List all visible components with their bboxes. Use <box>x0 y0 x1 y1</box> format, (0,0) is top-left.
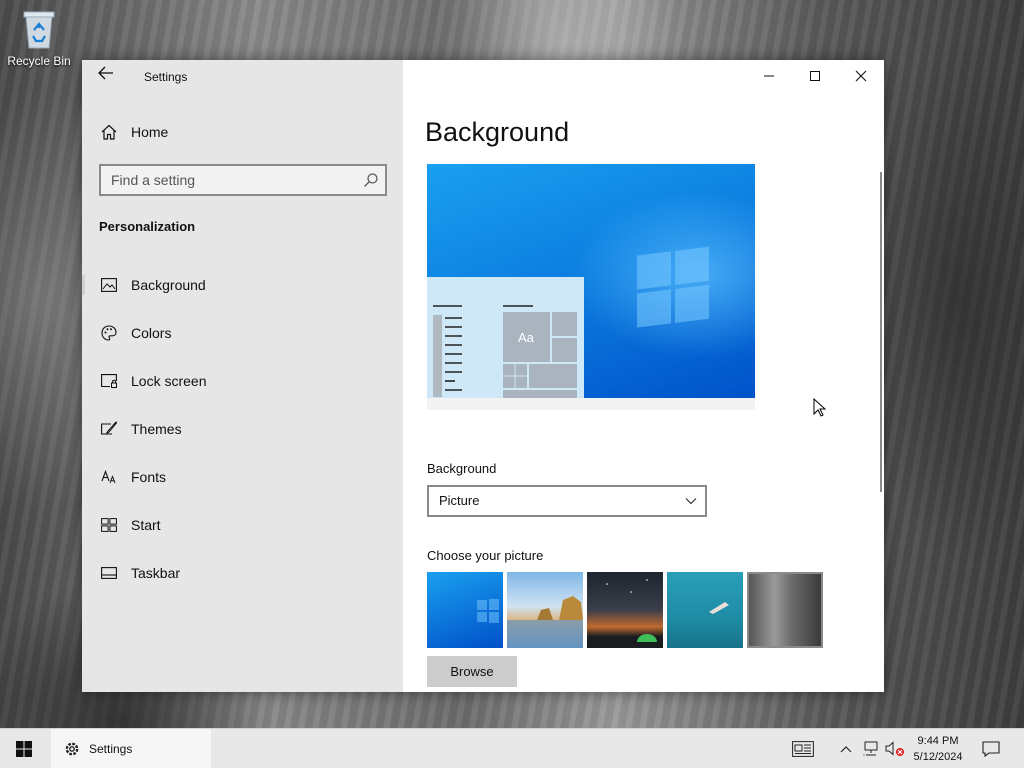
sidebar-item-taskbar[interactable]: Taskbar <box>82 553 403 593</box>
thumbnail-beach-rocks[interactable] <box>507 572 583 648</box>
recycle-bin-shortcut[interactable]: Recycle Bin <box>6 6 72 68</box>
sidebar-item-lock-screen[interactable]: Lock screen <box>82 361 403 401</box>
chevron-up-icon[interactable] <box>838 739 854 759</box>
minimize-button[interactable] <box>746 60 792 92</box>
start-button[interactable] <box>0 729 48 768</box>
search-box[interactable] <box>99 164 387 196</box>
thumbnail-night-sky[interactable] <box>587 572 663 648</box>
start-icon <box>99 515 119 535</box>
themes-icon <box>99 419 119 439</box>
thumbnail-rock-cliff-selected[interactable] <box>747 572 823 648</box>
taskbar-icon <box>99 563 119 583</box>
palette-icon <box>99 323 119 343</box>
thumbnail-windows-blue[interactable] <box>427 572 503 648</box>
settings-content: Background Aa Background Picture Choose … <box>403 60 884 692</box>
close-icon <box>855 70 867 82</box>
chevron-down-icon <box>685 498 697 505</box>
nav-home[interactable]: Home <box>82 112 403 152</box>
sidebar-item-start[interactable]: Start <box>82 505 403 545</box>
close-button[interactable] <box>838 60 884 92</box>
browse-button[interactable]: Browse <box>427 656 517 687</box>
sidebar-item-label: Themes <box>131 421 182 437</box>
title-bar-left: Settings <box>82 60 403 92</box>
sidebar-item-background[interactable]: Background <box>82 265 403 305</box>
news-icon[interactable] <box>790 739 816 759</box>
sidebar-item-label: Fonts <box>131 469 167 485</box>
sidebar-item-label: Lock screen <box>131 373 207 389</box>
nav-home-label: Home <box>131 124 169 140</box>
sidebar-item-label: Taskbar <box>131 565 181 581</box>
start-menu-preview: Aa <box>427 277 584 410</box>
clock-time: 9:44 PM <box>917 735 959 747</box>
windows-start-icon <box>16 741 32 757</box>
settings-window: Settings Home Personalization Background <box>82 60 884 692</box>
background-preview: Aa <box>427 164 755 410</box>
taskbar: Settings 9:44 PM 5/12/2024 <box>0 728 1024 768</box>
thumbnail-underwater-swimmer[interactable] <box>667 572 743 648</box>
taskbar-clock[interactable]: 9:44 PM 5/12/2024 <box>906 733 970 765</box>
recycle-bin-label: Recycle Bin <box>7 54 71 68</box>
windows-logo-icon <box>637 246 711 329</box>
minimize-icon <box>764 75 774 77</box>
gear-icon <box>61 738 83 760</box>
preview-strip <box>427 398 755 410</box>
recycle-bin-icon <box>21 8 57 50</box>
home-icon <box>99 122 119 142</box>
image-icon <box>99 275 119 295</box>
sidebar-item-label: Background <box>131 277 206 293</box>
maximize-button[interactable] <box>792 60 838 92</box>
network-icon[interactable] <box>862 739 882 759</box>
background-type-dropdown[interactable]: Picture <box>427 485 707 517</box>
search-icon[interactable] <box>363 172 379 188</box>
back-button[interactable] <box>94 66 118 86</box>
back-arrow-icon <box>98 66 113 80</box>
section-title: Personalization <box>99 219 196 234</box>
fonts-icon <box>99 467 119 487</box>
mouse-cursor-icon <box>813 398 827 417</box>
taskbar-settings-app[interactable]: Settings <box>51 729 211 768</box>
taskbar-app-label: Settings <box>89 742 133 756</box>
settings-sidebar: Settings Home Personalization Background <box>82 60 403 692</box>
lock-screen-icon <box>99 371 119 391</box>
font-sample-text: Aa <box>518 330 534 345</box>
clock-date: 5/12/2024 <box>913 751 963 763</box>
page-title: Background <box>425 117 570 147</box>
sidebar-item-fonts[interactable]: Fonts <box>82 457 403 497</box>
sidebar-item-themes[interactable]: Themes <box>82 409 403 449</box>
picture-thumbnails <box>427 572 827 648</box>
content-scrollbar[interactable] <box>880 172 882 492</box>
choose-picture-label: Choose your picture <box>427 548 544 563</box>
volume-muted-icon[interactable] <box>884 739 906 759</box>
window-title: Settings <box>144 70 188 84</box>
sidebar-item-colors[interactable]: Colors <box>82 313 403 353</box>
maximize-icon <box>810 71 820 81</box>
sidebar-item-label: Start <box>131 517 161 533</box>
sidebar-item-label: Colors <box>131 325 172 341</box>
search-input[interactable] <box>101 166 357 194</box>
dropdown-value: Picture <box>439 493 480 508</box>
notification-icon[interactable] <box>980 739 1002 759</box>
background-label: Background <box>427 461 497 476</box>
